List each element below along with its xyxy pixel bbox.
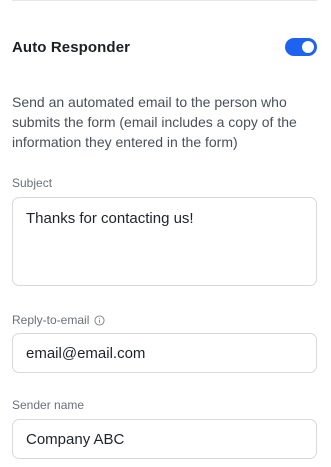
- auto-responder-description: Send an automated email to the person wh…: [12, 94, 297, 150]
- auto-responder-panel: Auto Responder Send an automated email t…: [0, 0, 331, 467]
- subject-field[interactable]: [12, 197, 317, 286]
- sender-name-field[interactable]: [12, 419, 317, 459]
- reply-to-label: Reply-to-email: [12, 313, 105, 327]
- toggle-knob: [302, 41, 314, 53]
- subject-label-text: Subject: [12, 176, 53, 190]
- sender-name-label-text: Sender name: [12, 398, 85, 412]
- info-icon[interactable]: [94, 314, 105, 326]
- reply-to-label-text: Reply-to-email: [12, 313, 90, 327]
- sender-name-label: Sender name: [12, 398, 84, 412]
- reply-to-email-field[interactable]: [12, 333, 317, 373]
- auto-responder-header: Auto Responder: [12, 36, 317, 58]
- auto-responder-toggle[interactable]: [285, 38, 317, 56]
- subject-label: Subject: [12, 176, 52, 190]
- section-title: Auto Responder: [12, 38, 131, 56]
- divider: [12, 0, 317, 1]
